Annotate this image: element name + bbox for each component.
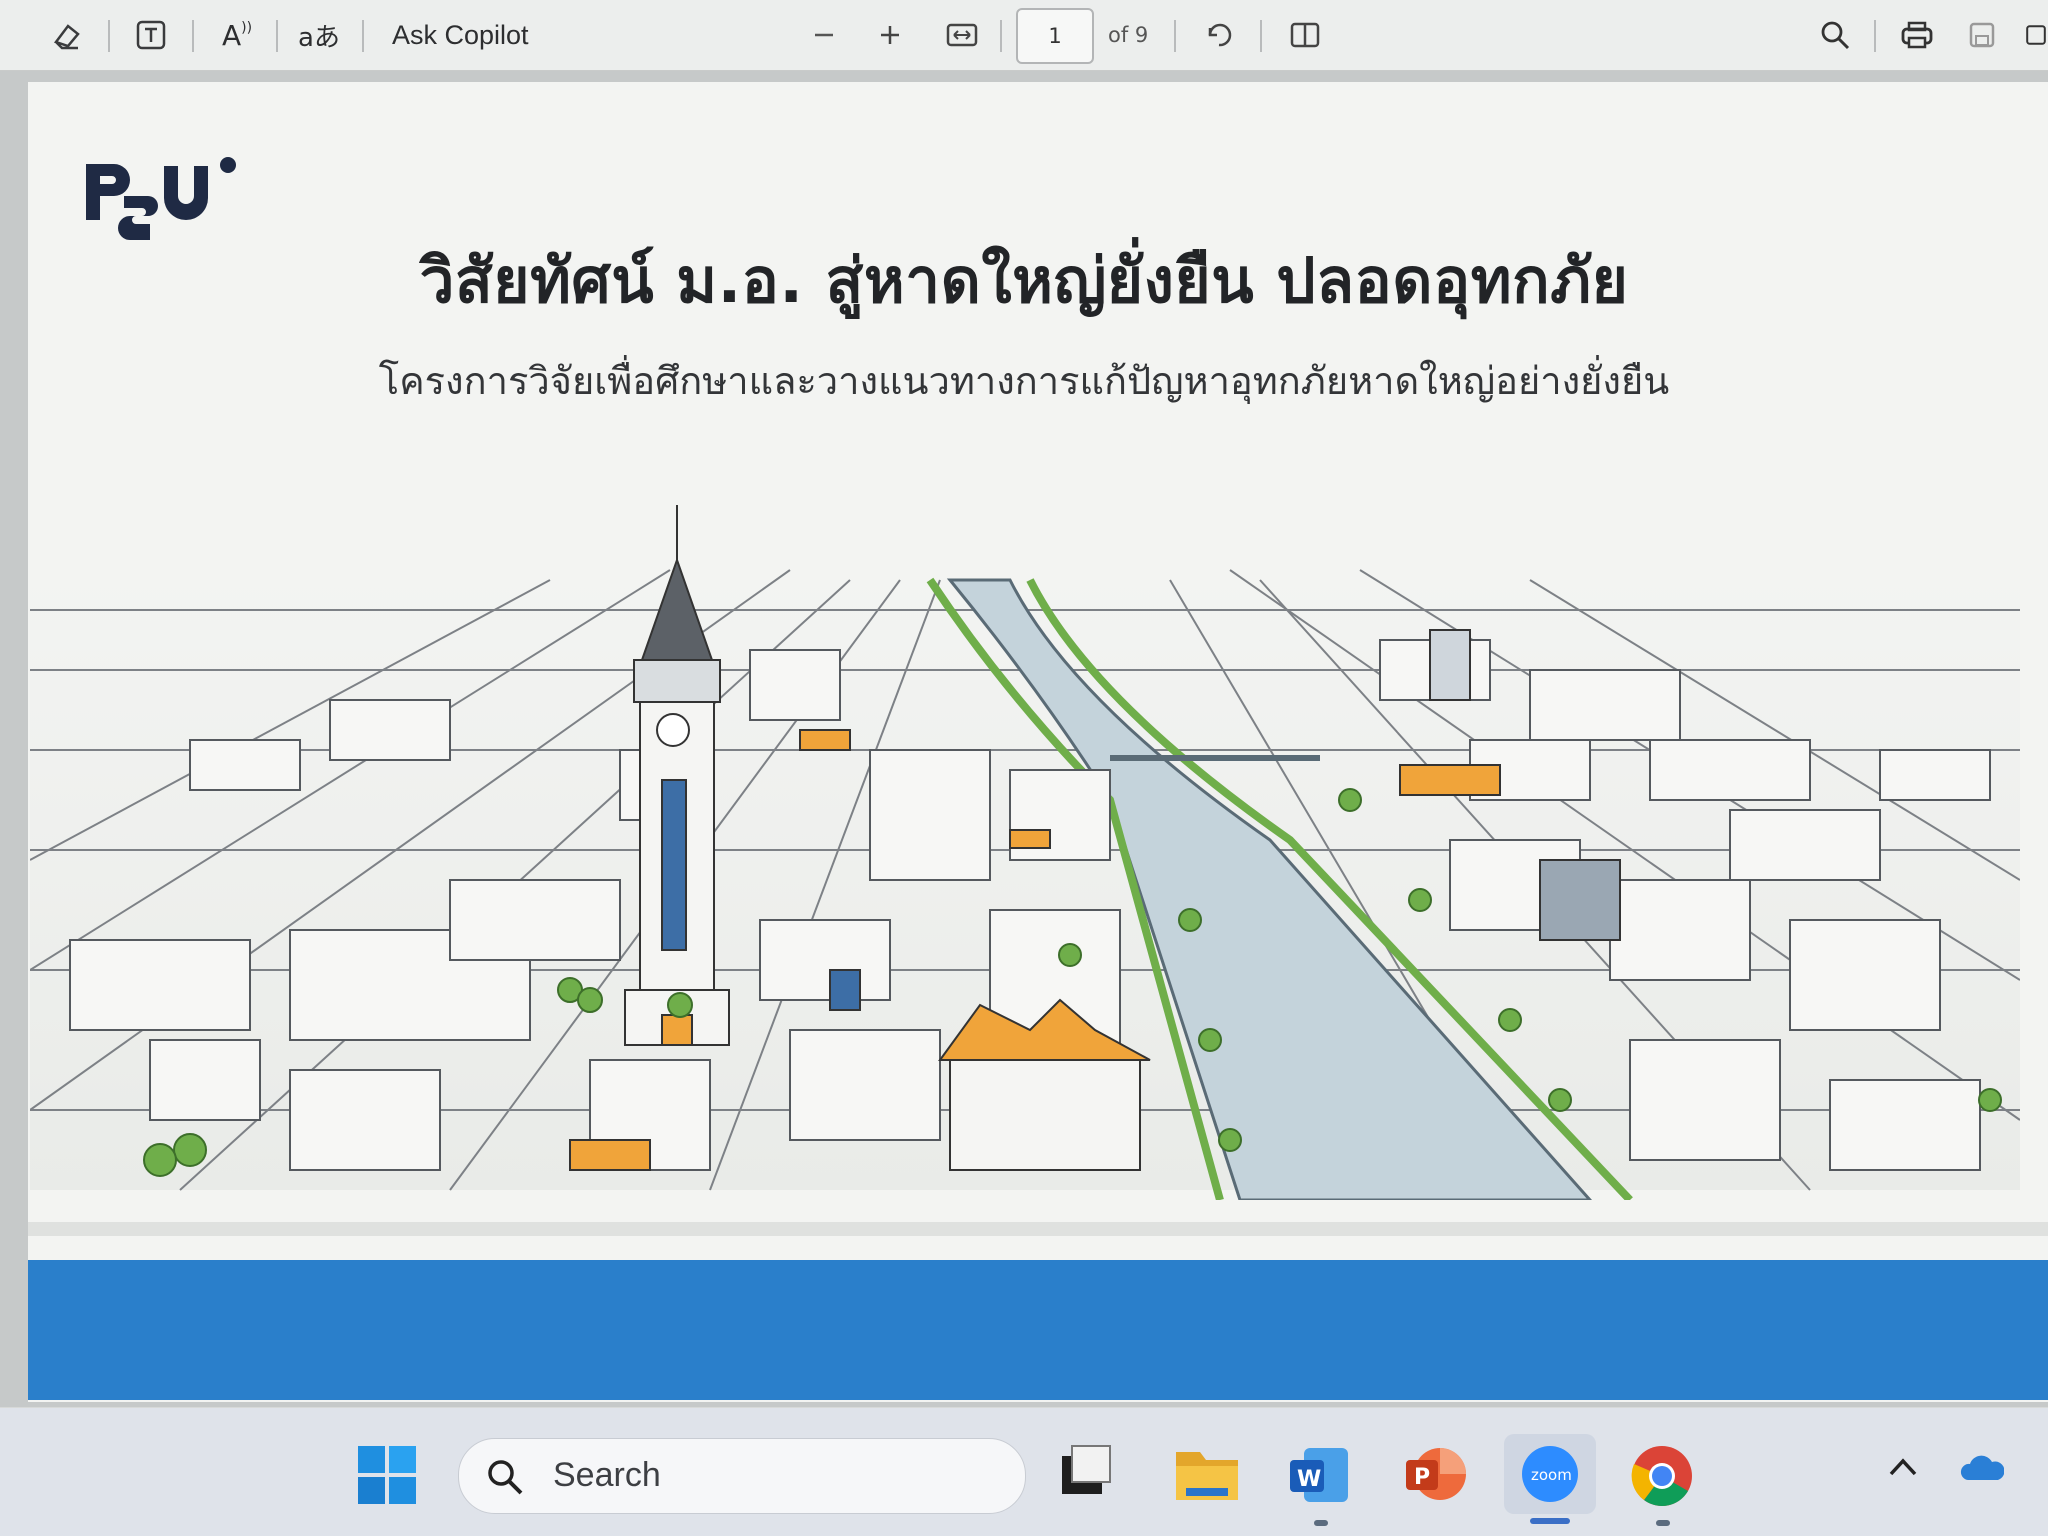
translate-icon[interactable]: aあ: [292, 12, 346, 58]
toolbar-divider: [362, 20, 364, 52]
zoom-out-icon[interactable]: [806, 12, 842, 58]
read-aloud-icon[interactable]: A)): [212, 12, 262, 58]
toolbar-divider: [1874, 20, 1876, 52]
toolbar-divider: [192, 20, 194, 52]
file-explorer-icon[interactable]: [1174, 1444, 1240, 1508]
search-icon[interactable]: [1812, 12, 1858, 58]
total-pages-label: of 9: [1108, 23, 1149, 47]
chevron-up-icon[interactable]: [1888, 1456, 1918, 1482]
document-title: วิสัยทัศน์ ม.อ. สู่หาดใหญ่ยั่งยืน ปลอดอุ…: [419, 244, 1629, 317]
word-running-indicator: [1314, 1520, 1328, 1526]
pdf-toolbar: A)) aあ Ask Copilot 1 of 9: [0, 0, 2048, 71]
toolbar-divider: [1000, 20, 1002, 52]
page-number-input[interactable]: 1: [1016, 8, 1094, 64]
save-icon[interactable]: [1958, 12, 2006, 58]
document-subtitle: โครงการวิจัยเพื่อศึกษาและวางแนวทางการแก้…: [378, 359, 1670, 403]
powerpoint-letter: P: [1414, 1465, 1430, 1490]
taskbar-search[interactable]: Search: [458, 1438, 1026, 1514]
search-icon: [488, 1460, 523, 1495]
word-letter: W: [1297, 1467, 1321, 1492]
save-as-icon[interactable]: [2024, 12, 2048, 58]
toolbar-divider: [108, 20, 110, 52]
page-view-icon[interactable]: [1282, 12, 1328, 58]
zoom-in-icon[interactable]: [872, 12, 908, 58]
chrome-icon[interactable]: [1630, 1444, 1694, 1512]
toolbar-divider: [1174, 20, 1176, 52]
ask-copilot-button[interactable]: Ask Copilot: [392, 12, 529, 58]
print-icon[interactable]: [1892, 12, 1942, 58]
onedrive-icon[interactable]: [1960, 1452, 2005, 1486]
eraser-icon[interactable]: [44, 12, 90, 58]
windows-taskbar: Search W P zoom: [0, 1408, 2048, 1536]
fit-width-icon[interactable]: [940, 12, 984, 58]
chrome-running-indicator: [1656, 1520, 1670, 1526]
start-icon[interactable]: [356, 1444, 418, 1510]
zoom-icon[interactable]: zoom: [1504, 1434, 1596, 1514]
search-label: Search: [553, 1456, 661, 1494]
toolbar-divider: [1260, 20, 1262, 52]
task-view-icon[interactable]: [1060, 1444, 1112, 1500]
toolbar-divider: [276, 20, 278, 52]
powerpoint-icon[interactable]: P: [1404, 1444, 1466, 1510]
read-aloud-glyph: A: [221, 18, 242, 52]
zoom-active-indicator: [1530, 1518, 1570, 1524]
page-divider: [28, 1222, 2048, 1236]
blue-footer-band: [28, 1260, 2048, 1400]
zoom-text: zoom: [1531, 1466, 1572, 1484]
word-icon[interactable]: W: [1288, 1446, 1350, 1508]
text-box-icon[interactable]: [128, 12, 174, 58]
city-river-illustration: [29, 500, 2021, 1204]
sound-waves: )): [241, 20, 253, 36]
rotate-icon[interactable]: [1196, 12, 1242, 58]
